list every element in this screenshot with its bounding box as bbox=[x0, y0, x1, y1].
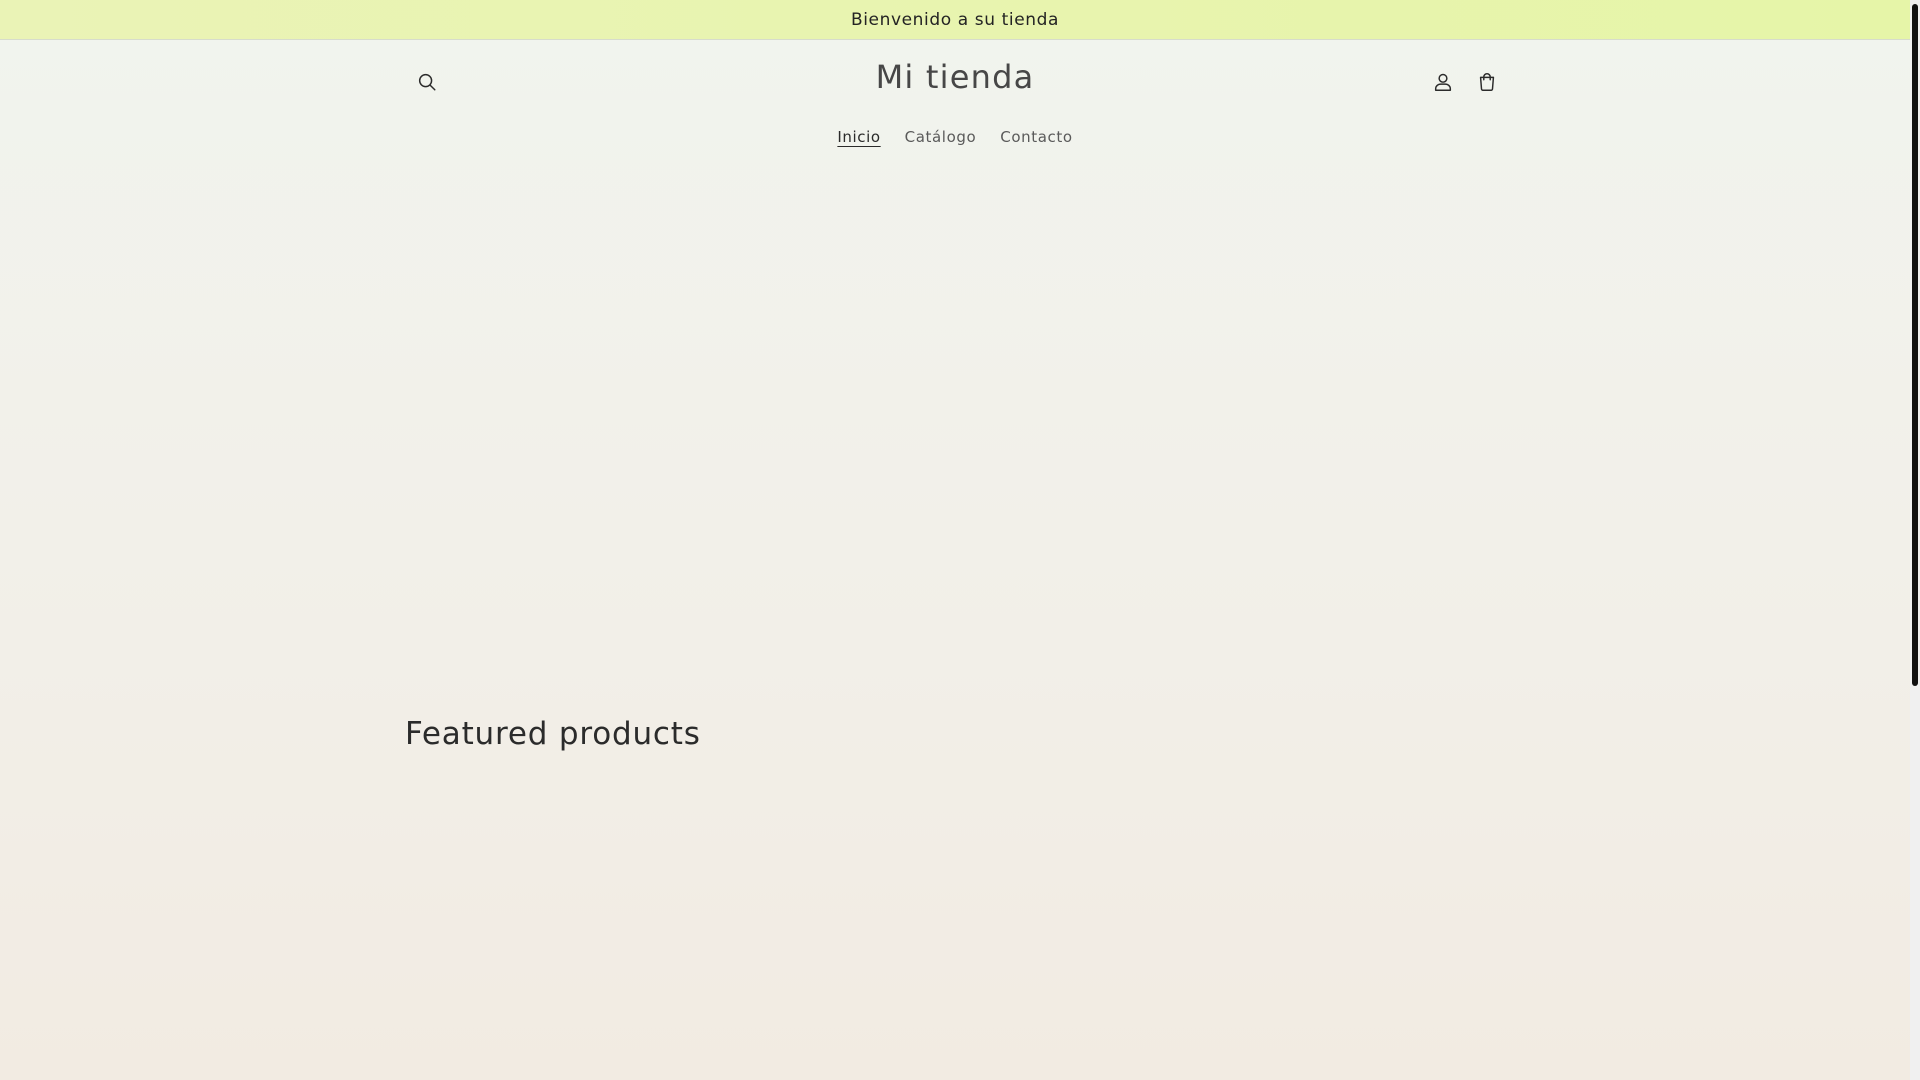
announcement-bar: Bienvenido a su tienda bbox=[0, 0, 1910, 40]
account-button[interactable] bbox=[1423, 62, 1463, 102]
page: Bienvenido a su tienda Mi tienda Inicio … bbox=[0, 0, 1910, 1080]
search-button[interactable] bbox=[407, 62, 447, 102]
announcement-text: Bienvenido a su tienda bbox=[850, 9, 1060, 30]
main-nav: Inicio Catálogo Contacto bbox=[0, 124, 1910, 150]
cart-icon bbox=[1479, 73, 1495, 91]
cart-button[interactable] bbox=[1467, 62, 1507, 102]
account-icon bbox=[1434, 73, 1452, 91]
hero-banner bbox=[0, 164, 1910, 684]
nav-item-inicio[interactable]: Inicio bbox=[837, 124, 880, 150]
logo-link[interactable]: Mi tienda bbox=[876, 58, 1035, 96]
scrollbar-thumb[interactable] bbox=[1912, 4, 1918, 686]
nav-item-catalogo[interactable]: Catálogo bbox=[905, 124, 977, 150]
featured-products-title: Featured products bbox=[405, 716, 701, 752]
scrollbar[interactable] bbox=[1910, 0, 1920, 1080]
nav-item-contacto[interactable]: Contacto bbox=[1000, 124, 1072, 150]
logo: Mi tienda bbox=[0, 58, 1910, 96]
site-header: Mi tienda Inicio Catálogo Contacto bbox=[0, 40, 1910, 164]
search-icon bbox=[418, 73, 436, 91]
